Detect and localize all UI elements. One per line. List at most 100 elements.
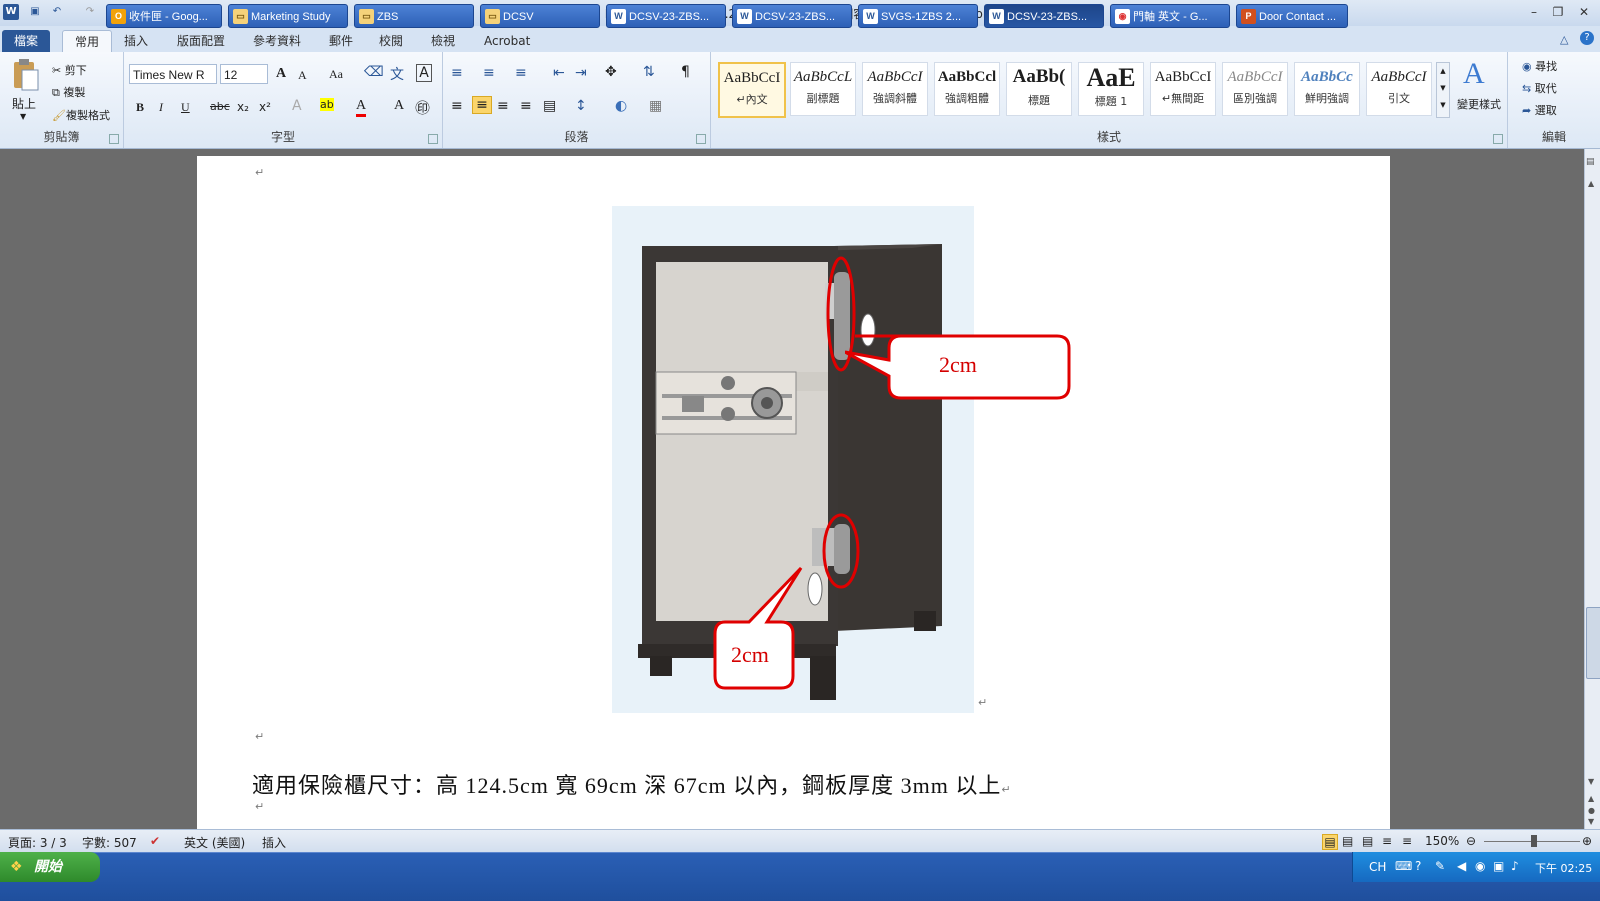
clipboard-launcher-icon[interactable] (109, 134, 119, 144)
taskbar-item[interactable]: P Door Contact ... (1236, 4, 1348, 28)
font-launcher-icon[interactable] (428, 134, 438, 144)
strikethrough-button[interactable]: abc (210, 100, 230, 113)
underline-button[interactable]: U (181, 100, 190, 115)
full-screen-reading-icon[interactable]: ▤ (1342, 834, 1353, 848)
paste-button[interactable]: 貼上 (12, 95, 36, 112)
pen-tray-icon[interactable]: ✎ (1435, 859, 1445, 873)
tray-arrow-icon[interactable]: ◀ (1457, 859, 1466, 873)
restore-button[interactable]: ❐ (1546, 2, 1570, 22)
align-left-icon[interactable]: ≡ (451, 98, 463, 114)
font-color-button[interactable]: A (356, 98, 367, 117)
clock[interactable]: 下午 02:25 (1535, 860, 1592, 876)
line-spacing-icon[interactable]: ↕ (575, 98, 587, 114)
tab-home[interactable]: 常用 (62, 30, 113, 53)
draft-view-icon[interactable]: ≡ (1402, 834, 1412, 848)
zoom-slider-thumb[interactable] (1531, 835, 1537, 847)
zoom-in-icon[interactable]: ⊕ (1582, 834, 1592, 848)
network-icon[interactable]: ▣ (1493, 859, 1504, 873)
tab-page-layout[interactable]: 版面配置 (165, 30, 237, 52)
scroll-thumb[interactable] (1586, 607, 1600, 679)
document-page[interactable]: ↵ ↵ 2cm 2cm ↵ ↵ (197, 156, 1390, 829)
change-styles-icon[interactable]: A (1463, 57, 1485, 91)
styles-launcher-icon[interactable] (1493, 134, 1503, 144)
proofing-icon[interactable]: ✔ (150, 834, 160, 848)
style-emphasis[interactable]: AaBbCcI 強調斜體 (862, 62, 928, 116)
scroll-down-icon[interactable]: ▼ (1588, 777, 1594, 786)
align-center-icon[interactable]: ≡ (472, 96, 492, 114)
taskbar-item[interactable]: O 收件匣 - Goog... (106, 4, 222, 28)
font-size-combo[interactable]: 12 (220, 64, 268, 84)
find-button[interactable]: ◉ 尋找 (1522, 58, 1557, 74)
style-subtle-emphasis[interactable]: AaBbCcI 區別強調 (1222, 62, 1288, 116)
tab-references[interactable]: 參考資料 (241, 30, 313, 52)
keyboard-icon[interactable]: ⌨ (1395, 859, 1412, 873)
shading-icon[interactable]: ◐ (615, 98, 627, 114)
taskbar-item[interactable]: ▭ ZBS (354, 4, 474, 28)
web-layout-icon[interactable]: ▤ (1362, 834, 1373, 848)
minimize-ribbon-icon[interactable]: △ (1560, 33, 1568, 46)
style-no-spacing[interactable]: AaBbCcI ↵無間距 (1150, 62, 1216, 116)
text-direction-icon[interactable]: ✥ (605, 64, 617, 80)
change-styles-button[interactable]: 變更樣式 (1457, 96, 1501, 112)
select-button[interactable]: ➦ 選取 (1522, 102, 1557, 118)
language-indicator[interactable]: 英文 (美國) (184, 834, 245, 851)
tab-acrobat[interactable]: Acrobat (472, 30, 542, 52)
borders-icon[interactable]: ▦ (649, 98, 662, 114)
prev-page-icon[interactable]: ▲ (1588, 794, 1594, 803)
style-normal[interactable]: AaBbCcI ↵內文 (718, 62, 786, 118)
paragraph-launcher-icon[interactable] (696, 134, 706, 144)
increase-indent-icon[interactable]: ⇥ (575, 65, 587, 81)
style-strong[interactable]: AaBbCcl 強調粗體 (934, 62, 1000, 116)
insert-mode[interactable]: 插入 (262, 834, 286, 851)
ruler-toggle-icon[interactable]: ▤ (1586, 157, 1595, 167)
show-marks-icon[interactable]: ¶ (681, 64, 690, 80)
format-painter-button[interactable]: 🖌複製格式 (52, 107, 110, 123)
scroll-up-icon[interactable]: ▲ (1588, 179, 1594, 188)
cut-button[interactable]: ✂ 剪下 (52, 62, 87, 78)
next-page-icon[interactable]: ▼ (1588, 817, 1594, 826)
grow-font-button[interactable]: A (276, 66, 286, 82)
superscript-button[interactable]: x² (259, 100, 271, 114)
zoom-out-icon[interactable]: ⊖ (1466, 834, 1476, 848)
tab-view[interactable]: 檢視 (419, 30, 467, 52)
styles-scroll-icon[interactable]: ▲ ▼ ▼ (1436, 62, 1450, 118)
taskbar-item[interactable]: W DCSV-23-ZBS... (984, 4, 1104, 28)
taskbar-item[interactable]: ▭ Marketing Study (228, 4, 348, 28)
justify-icon[interactable]: ≡ (520, 98, 532, 114)
align-right-icon[interactable]: ≡ (497, 98, 509, 114)
callout-bottom[interactable]: 2cm (713, 566, 803, 692)
text-effects-icon[interactable]: A (292, 98, 302, 114)
bold-button[interactable]: B (136, 100, 144, 115)
paste-icon[interactable] (8, 58, 42, 92)
style-title[interactable]: AaBb(標題 (1006, 62, 1072, 116)
taskbar-item[interactable]: W DCSV-23-ZBS... (732, 4, 852, 28)
multilevel-list-icon[interactable]: ≡ (515, 65, 527, 81)
change-case-button[interactable]: Aa (329, 67, 343, 82)
char-shading-icon[interactable]: A (394, 98, 404, 114)
help-icon[interactable]: ? (1580, 31, 1594, 45)
browse-object-icon[interactable]: ● (1588, 806, 1595, 815)
minimize-button[interactable]: – (1522, 2, 1546, 22)
replace-button[interactable]: ⇆ 取代 (1522, 80, 1557, 96)
style-subtitle[interactable]: AaBbCcL 副標題 (790, 62, 856, 116)
style-intense-emphasis[interactable]: AaBbCc 鮮明強調 (1294, 62, 1360, 116)
tab-file[interactable]: 檔案 (2, 30, 51, 52)
volume-icon[interactable]: ♪ (1511, 859, 1519, 873)
enclose-char-icon[interactable]: ㊞ (415, 97, 430, 118)
tab-insert[interactable]: 插入 (112, 30, 160, 52)
char-border-icon[interactable]: A (416, 64, 432, 82)
bullets-icon[interactable]: ≡ (451, 65, 463, 81)
tab-mailings[interactable]: 郵件 (317, 30, 365, 52)
tab-review[interactable]: 校閱 (367, 30, 415, 52)
decrease-indent-icon[interactable]: ⇤ (553, 65, 565, 81)
print-layout-icon[interactable]: ▤ (1322, 834, 1338, 850)
paste-dropdown-icon[interactable]: ▼ (20, 112, 26, 121)
document-caption[interactable]: 適用保險櫃尺寸：高 124.5cm 寬 69cm 深 67cm 以內，鋼板厚度 … (252, 768, 1012, 800)
word-count[interactable]: 字數: 507 (82, 834, 137, 851)
taskbar-item[interactable]: W DCSV-23-ZBS... (606, 4, 726, 28)
zoom-level[interactable]: 150% (1425, 834, 1459, 848)
help-tray-icon[interactable]: ? (1415, 859, 1421, 873)
style-heading1[interactable]: AaE 標題 1 (1078, 62, 1144, 116)
page-indicator[interactable]: 頁面: 3 / 3 (8, 834, 67, 851)
highlight-button[interactable]: ab (320, 98, 334, 111)
